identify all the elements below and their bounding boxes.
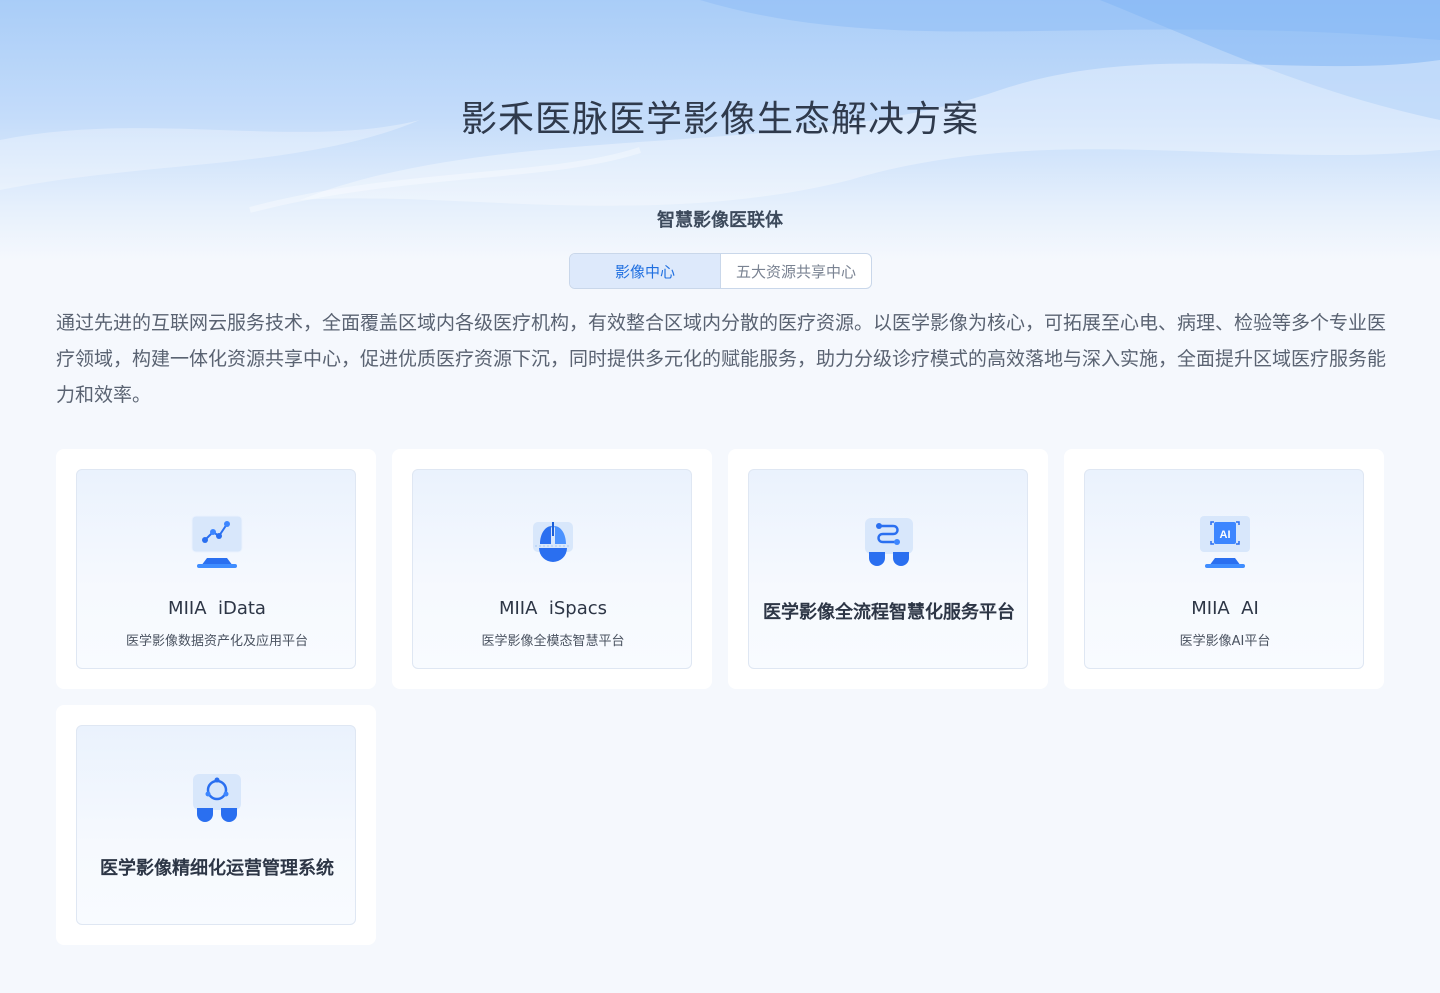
product-card-operations-system: 医学影像精细化运营管理系统 <box>56 705 376 945</box>
product-card-workflow-platform-link[interactable]: 医学影像全流程智慧化服务平台 <box>748 469 1028 669</box>
card-subtitle: 医学影像全模态智慧平台 <box>481 634 625 649</box>
card-title: MIIA iSpacs <box>498 598 608 619</box>
product-card-ai: AI MIIA AI 医学影像AI平台 <box>1064 449 1384 689</box>
tab-group: 影像中心 五大资源共享中心 <box>569 253 872 289</box>
intro-paragraph: 通过先进的互联网云服务技术，全面覆盖区域内各级医疗机构，有效整合区域内分散的医疗… <box>56 312 1387 406</box>
section-title: 智慧影像医联体 <box>657 210 783 231</box>
product-card-workflow-platform: 医学影像全流程智慧化服务平台 <box>728 449 1048 689</box>
data-chart-icon <box>189 514 245 570</box>
product-card-ispacs: MIIA iSpacs 医学影像全模态智慧平台 <box>392 449 712 689</box>
product-card-ispacs-link[interactable]: MIIA iSpacs 医学影像全模态智慧平台 <box>412 469 692 669</box>
card-title: 医学影像全流程智慧化服务平台 <box>763 602 1015 623</box>
card-subtitle: 医学影像数据资产化及应用平台 <box>125 634 308 649</box>
product-card-idata-link[interactable]: MIIA iData 医学影像数据资产化及应用平台 <box>76 469 356 669</box>
card-title: MIIA AI <box>1191 598 1259 619</box>
workflow-icon <box>861 514 917 570</box>
tab-imaging-center[interactable]: 影像中心 <box>570 254 721 288</box>
ai-chip-icon: AI <box>1197 514 1253 570</box>
svg-text:AI: AI <box>1220 529 1231 541</box>
product-card-idata: MIIA iData 医学影像数据资产化及应用平台 <box>56 449 376 689</box>
page-title: 影禾医脉医学影像生态解决方案 <box>460 99 979 140</box>
card-title: 医学影像精细化运营管理系统 <box>100 858 334 879</box>
card-title: MIIA iData <box>168 598 266 619</box>
product-card-operations-system-link[interactable]: 医学影像精细化运营管理系统 <box>76 725 356 925</box>
card-subtitle: 医学影像AI平台 <box>1179 634 1271 649</box>
operations-cycle-icon <box>189 770 245 826</box>
lungs-icon <box>525 514 581 570</box>
product-card-ai-link[interactable]: AI MIIA AI 医学影像AI平台 <box>1084 469 1364 669</box>
tab-resource-sharing-centers[interactable]: 五大资源共享中心 <box>721 254 871 288</box>
